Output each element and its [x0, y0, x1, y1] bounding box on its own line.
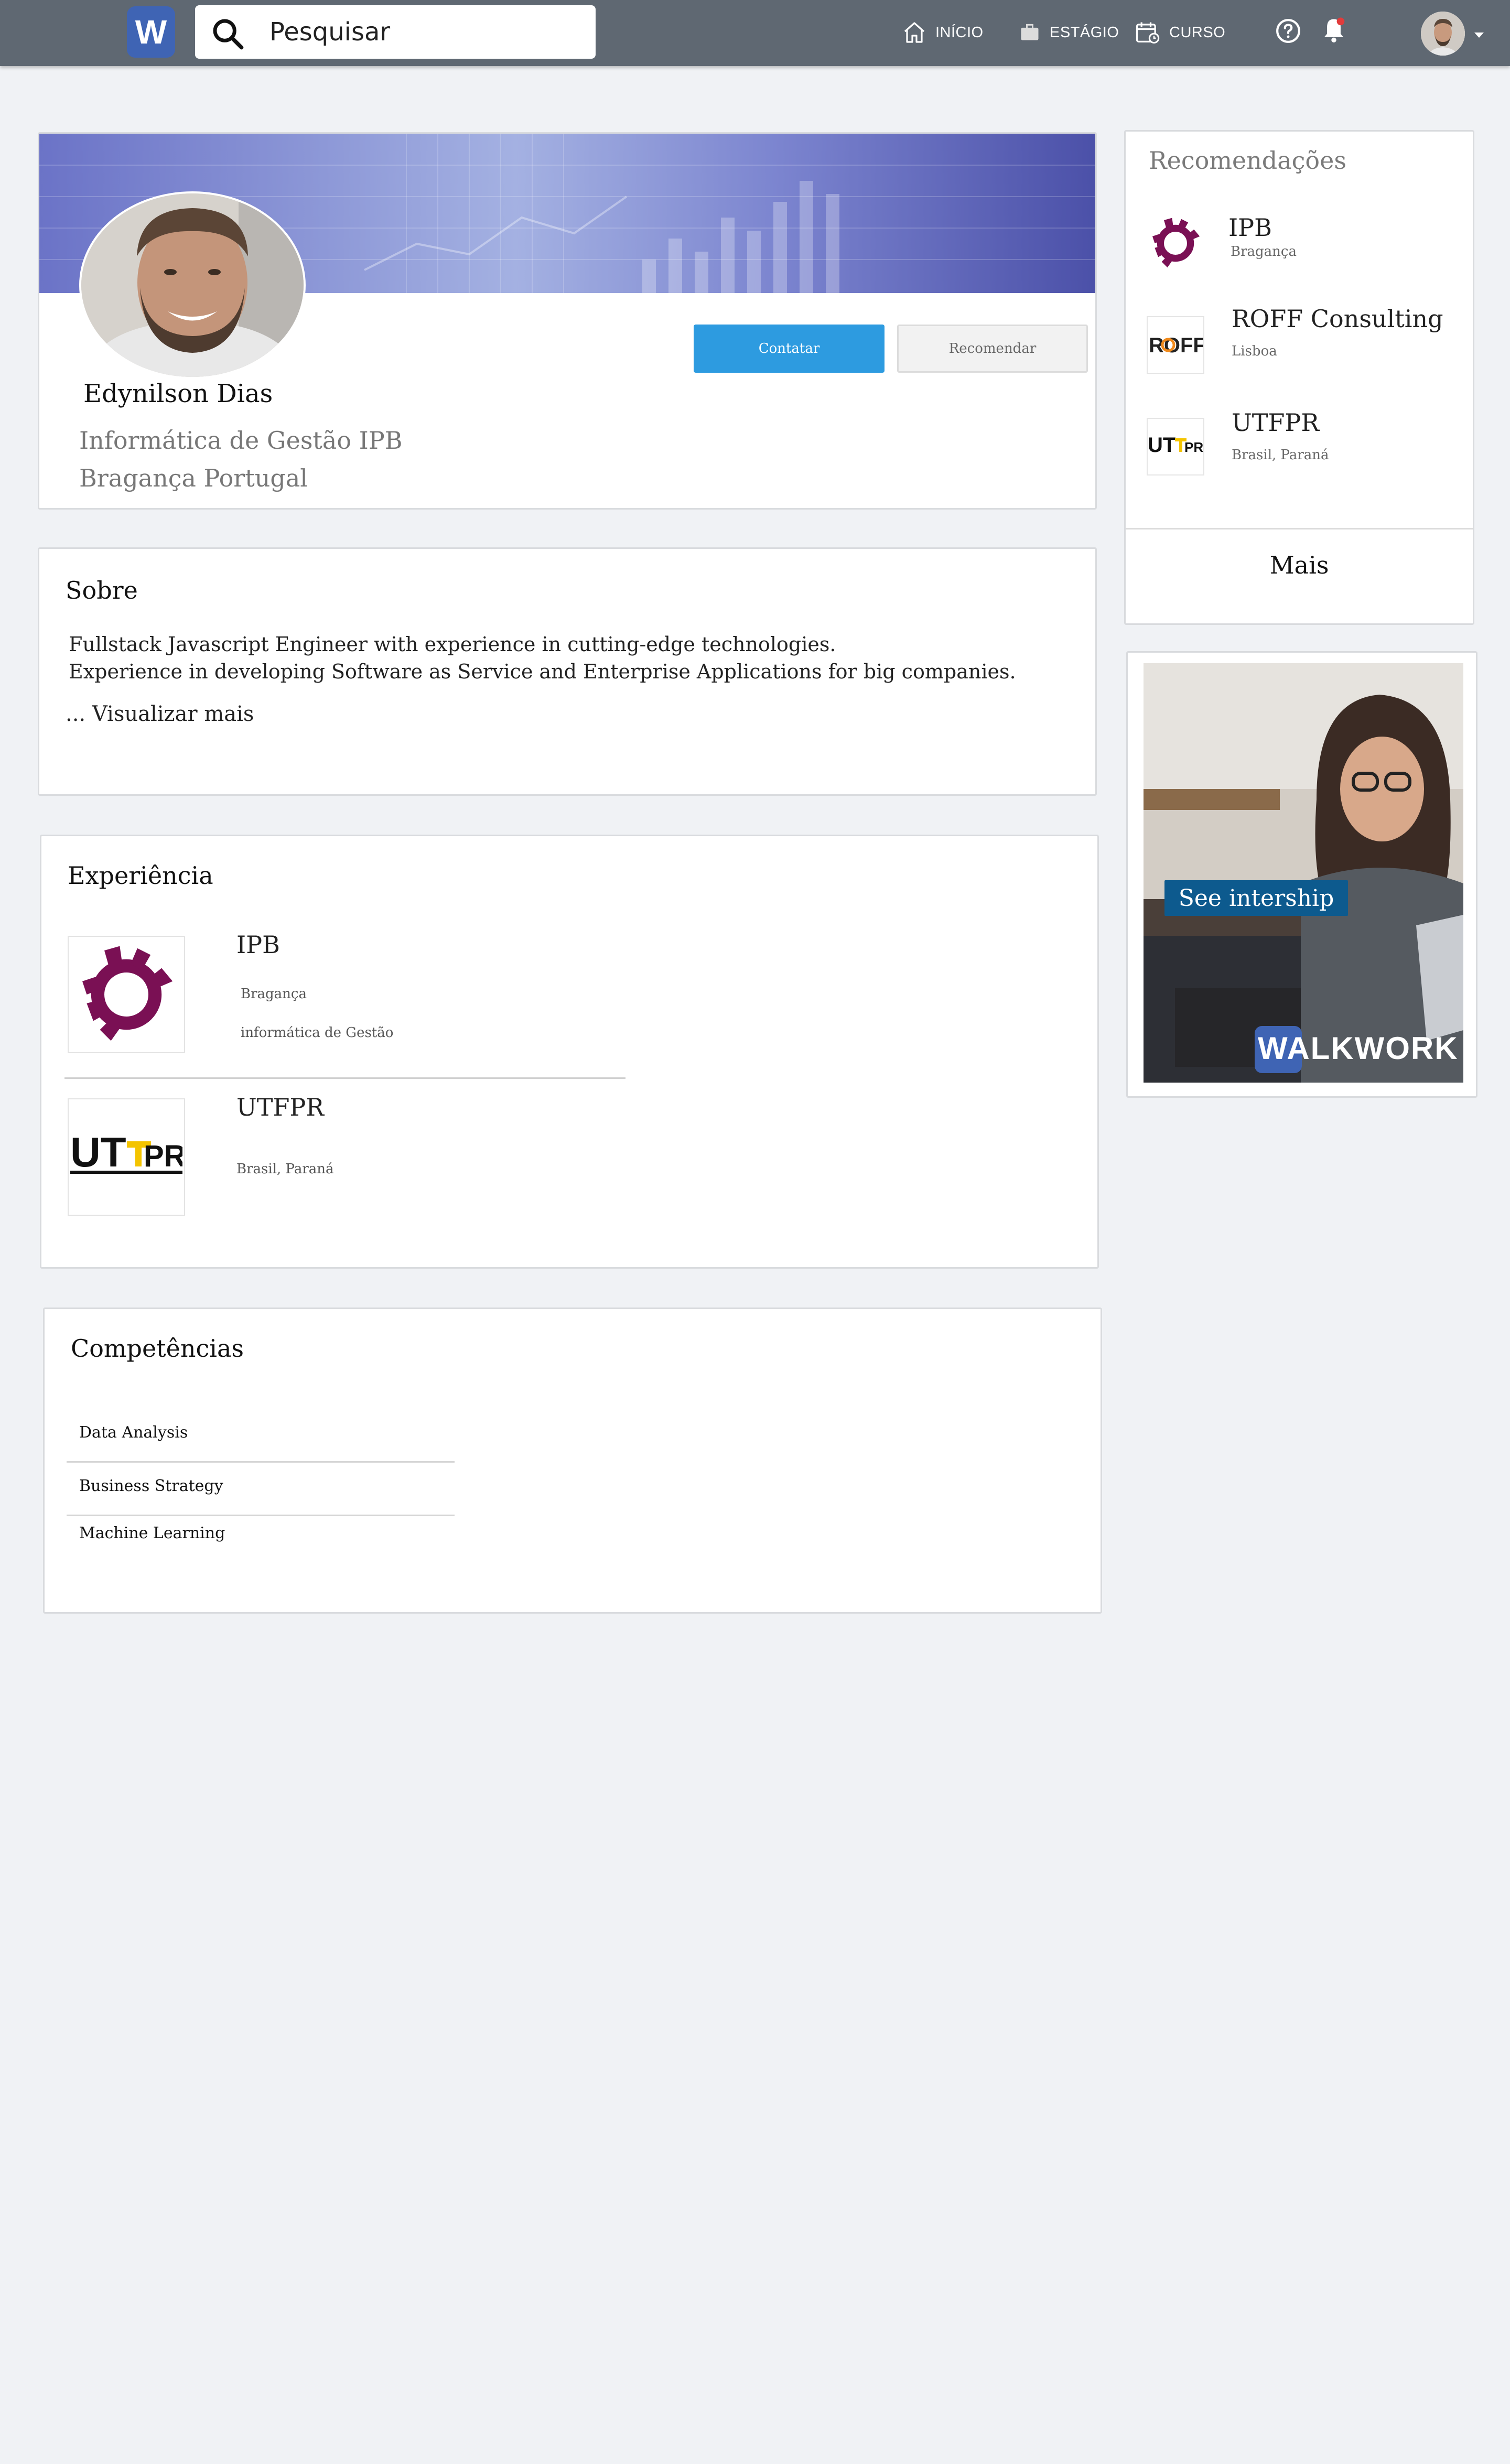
- nav-curso[interactable]: CURSO: [1134, 16, 1225, 49]
- rec-roff-sub: Lisboa: [1232, 343, 1277, 359]
- about-title: Sobre: [66, 576, 138, 604]
- more-recommendations-button[interactable]: Mais: [1126, 551, 1473, 579]
- recommendations-title: Recomendações: [1149, 146, 1346, 175]
- roff-logo-mark: ROFF: [1149, 334, 1203, 357]
- profile-course: Informática de Gestão IPB: [79, 426, 403, 455]
- ad-image[interactable]: See intership WALKWORK: [1144, 663, 1463, 1083]
- skill-divider: [67, 1461, 455, 1463]
- rec-ipb-name[interactable]: IPB: [1228, 213, 1272, 242]
- about-description: Fullstack Javascript Engineer with exper…: [69, 631, 1016, 685]
- logo-letter: W: [135, 13, 167, 51]
- user-avatar-photo: [1421, 12, 1465, 56]
- rec-ipb-logo[interactable]: [1147, 214, 1204, 272]
- svg-text:PR: PR: [1184, 439, 1203, 455]
- calendar-icon: [1136, 22, 1160, 44]
- profile-photo: [79, 191, 306, 379]
- skill-item-machine-learning[interactable]: Machine Learning: [79, 1524, 225, 1542]
- rec-utfpr-logo[interactable]: UT PR: [1147, 418, 1204, 475]
- caret-down-icon[interactable]: [1473, 31, 1485, 39]
- nav-curso-label: CURSO: [1169, 24, 1226, 41]
- experience-divider: [64, 1077, 625, 1079]
- utfpr-logo[interactable]: UT PR: [68, 1098, 185, 1216]
- recommend-button[interactable]: Recomendar: [897, 325, 1088, 373]
- internship-ad-card: See intership WALKWORK: [1126, 651, 1477, 1098]
- search-input[interactable]: [268, 10, 585, 53]
- profile-name: Edynilson Dias: [83, 379, 273, 408]
- experience-utfpr-location: Brasil, Paraná: [236, 1161, 334, 1177]
- about-line-1: Fullstack Javascript Engineer with exper…: [69, 633, 836, 656]
- utfpr-logo-mark: UT PR: [70, 1129, 182, 1175]
- home-icon: [904, 22, 925, 43]
- skills-card: Competências Data Analysis Business Stra…: [43, 1307, 1102, 1614]
- ipb-logo-mark: [1152, 218, 1200, 268]
- experience-ipb-name[interactable]: IPB: [236, 931, 280, 959]
- rec-roff-logo[interactable]: ROFF: [1147, 316, 1204, 374]
- recommendations-divider: [1126, 528, 1473, 529]
- svg-text:PR: PR: [144, 1139, 182, 1173]
- skill-divider: [67, 1515, 455, 1516]
- ad-brand-text: WALKWORK: [1258, 1031, 1459, 1066]
- rec-utfpr-sub: Brasil, Paraná: [1232, 447, 1329, 463]
- about-line-2: Experience in developing Software as Ser…: [69, 660, 1016, 683]
- profile-location: Bragança Portugal: [79, 464, 308, 492]
- about-card: Sobre Fullstack Javascript Engineer with…: [38, 547, 1097, 796]
- rec-ipb-sub: Bragança: [1231, 244, 1297, 260]
- search-icon: [213, 19, 244, 50]
- nav-estagio-label: ESTÁGIO: [1050, 24, 1119, 41]
- svg-text:ROFF: ROFF: [1149, 334, 1203, 357]
- experience-card: Experiência IPB Bragança informática de …: [40, 835, 1099, 1269]
- svg-text:UT: UT: [70, 1129, 126, 1175]
- utfpr-logo-mark: UT PR: [1148, 434, 1203, 457]
- see-internship-button[interactable]: See intership: [1164, 880, 1348, 916]
- bell-icon[interactable]: [1320, 16, 1347, 45]
- experience-title: Experiência: [68, 861, 213, 890]
- contact-button[interactable]: Contatar: [694, 325, 885, 373]
- nav-estagio[interactable]: ESTÁGIO: [1018, 16, 1119, 49]
- profile-card: Edynilson Dias Informática de Gestão IPB…: [38, 132, 1097, 510]
- rec-roff-name[interactable]: ROFF Consulting: [1232, 305, 1443, 333]
- walkwork-logo[interactable]: W: [127, 6, 175, 58]
- experience-ipb-location: Bragança: [241, 986, 307, 1002]
- briefcase-icon: [1021, 24, 1039, 40]
- ad-photo-illustration: [1144, 663, 1463, 1083]
- skills-title: Competências: [71, 1334, 244, 1363]
- nav-inicio[interactable]: INÍCIO: [902, 16, 984, 49]
- rec-utfpr-name[interactable]: UTFPR: [1232, 408, 1319, 437]
- avatar[interactable]: [1421, 12, 1465, 56]
- experience-utfpr-name[interactable]: UTFPR: [236, 1093, 324, 1121]
- skill-item-business-strategy[interactable]: Business Strategy: [79, 1477, 223, 1495]
- recommendations-card: Recomendações IPB Bragança ROFF ROFF Con…: [1124, 130, 1474, 625]
- experience-ipb-role: informática de Gestão: [241, 1025, 394, 1041]
- skill-item-data-analysis[interactable]: Data Analysis: [79, 1423, 188, 1442]
- help-icon[interactable]: [1275, 18, 1301, 44]
- show-more-link[interactable]: ... Visualizar mais: [66, 702, 254, 726]
- top-navigation-bar: W INÍCIO ESTÁGIO CURSO: [0, 0, 1510, 66]
- nav-inicio-label: INÍCIO: [935, 24, 984, 41]
- search-box[interactable]: [195, 5, 596, 59]
- ipb-logo[interactable]: [68, 936, 185, 1053]
- ipb-logo-mark: [82, 946, 173, 1041]
- svg-text:UT: UT: [1148, 434, 1175, 457]
